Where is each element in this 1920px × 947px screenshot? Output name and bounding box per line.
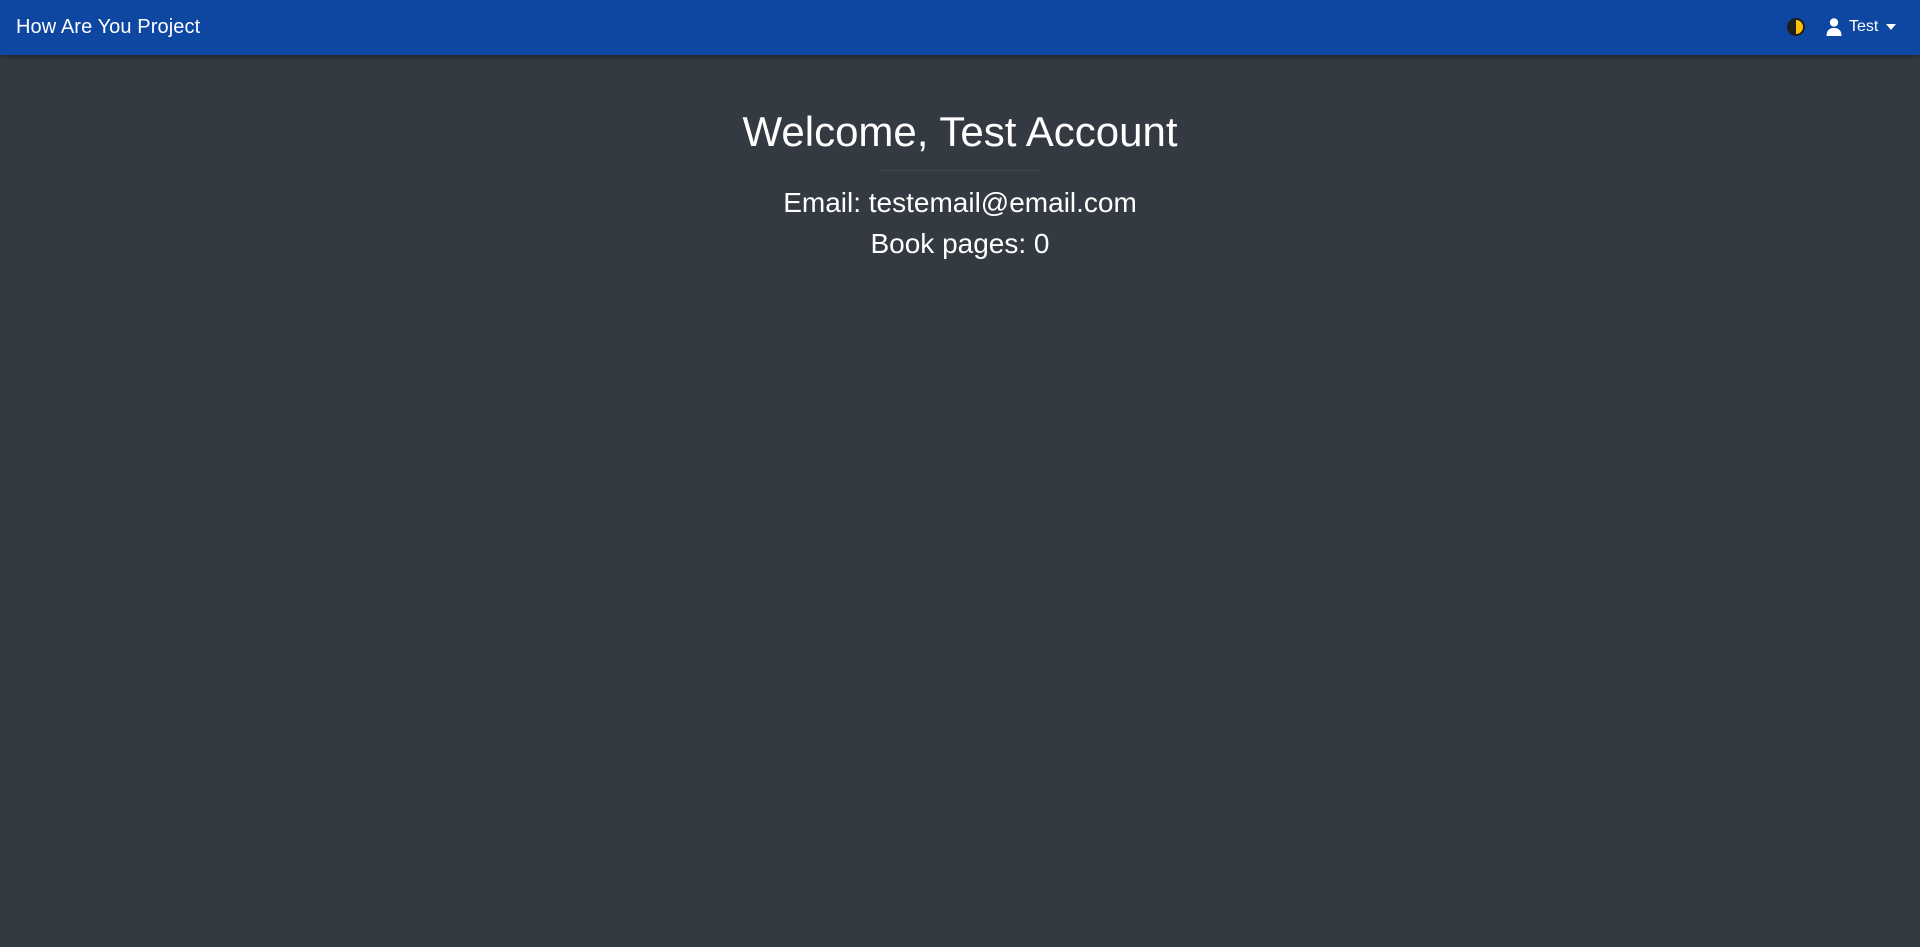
title-divider xyxy=(880,170,1040,171)
half-circle-contrast-icon[interactable] xyxy=(1787,18,1805,36)
brand-link[interactable]: How Are You Project xyxy=(16,15,200,39)
email-text: Email: testemail@email.com xyxy=(783,187,1137,218)
user-icon xyxy=(1826,18,1842,36)
welcome-heading: Welcome, Test Account xyxy=(742,108,1178,155)
top-navbar: How Are You Project Test xyxy=(0,0,1920,55)
user-dropdown-toggle[interactable]: Test xyxy=(1826,16,1897,38)
book-pages-text: Book pages: 0 xyxy=(870,228,1050,259)
profile-content: Welcome, Test Account Email: testemail@e… xyxy=(0,55,1920,264)
user-name-label: Test xyxy=(1849,18,1879,35)
caret-down-icon xyxy=(1886,24,1897,30)
